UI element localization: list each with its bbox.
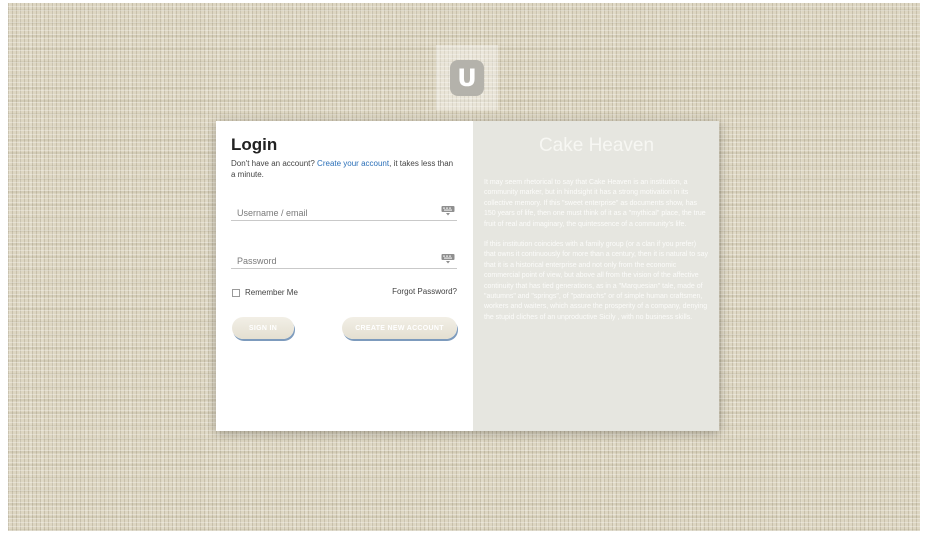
info-paragraph-1: It may seem rhetorical to say that Cake … (484, 179, 706, 228)
info-paragraph-2: If this institution coincides with a fam… (484, 241, 708, 321)
password-field (231, 251, 457, 269)
remember-me[interactable]: Remember Me (232, 288, 298, 297)
login-title: Login (231, 135, 278, 154)
username-input[interactable] (231, 205, 421, 221)
sign-in-button[interactable]: SIGN IN (232, 317, 294, 339)
create-account-button[interactable]: CREATE NEW ACCOUNT (342, 317, 457, 339)
site-logo: U (436, 45, 498, 110)
login-card: Login Don't have an account? Create your… (216, 121, 719, 431)
username-field (231, 203, 457, 221)
remember-me-label: Remember Me (245, 288, 298, 297)
info-panel: Cake Heaven It may seem rhetorical to sa… (473, 121, 719, 431)
u-logo-icon: U (450, 59, 484, 96)
info-title: Cake Heaven (538, 135, 655, 156)
login-panel: Login Don't have an account? Create your… (216, 121, 473, 431)
remember-me-checkbox[interactable] (232, 288, 240, 297)
keyboard-icon (441, 254, 455, 264)
signup-prefix: Don't have an account? (231, 159, 315, 168)
password-input[interactable] (231, 253, 421, 269)
keyboard-icon (441, 206, 455, 216)
forgot-password-link[interactable]: Forgot Password? (392, 287, 457, 296)
create-account-link[interactable]: Create your account (317, 159, 389, 168)
signup-prompt: Don't have an account? Create your accou… (231, 158, 457, 180)
